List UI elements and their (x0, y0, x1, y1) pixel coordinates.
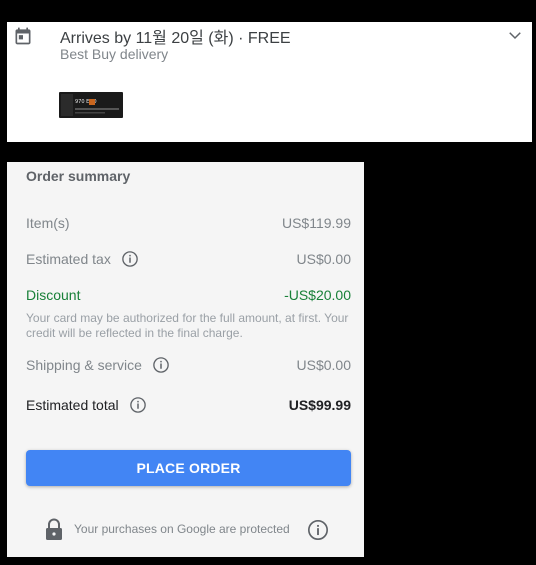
shipping-value: US$0.00 (296, 357, 351, 373)
delivery-carrier: Best Buy delivery (60, 46, 169, 62)
total-row: Estimated total US$99.99 (26, 394, 351, 416)
info-icon[interactable] (129, 396, 147, 414)
product-image: 970 EVO (59, 92, 123, 118)
info-icon[interactable] (152, 356, 170, 374)
info-icon[interactable] (307, 519, 329, 541)
arrival-date: Arrives by 11월 20일 (화) · FREE (60, 30, 291, 47)
total-value: US$99.99 (288, 397, 351, 413)
order-summary-card: Order summary Item(s) US$119.99 Estimate… (7, 162, 364, 557)
items-label: Item(s) (26, 215, 70, 231)
order-summary-title: Order summary (26, 168, 131, 184)
authorization-note: Your card may be authorized for the full… (26, 311, 349, 340)
chevron-down-icon[interactable] (506, 26, 524, 44)
discount-label: Discount (26, 287, 81, 303)
place-order-button[interactable]: PLACE ORDER (26, 450, 351, 486)
discount-row: Discount -US$20.00 (26, 284, 351, 306)
purchase-protection: Your purchases on Google are protected (44, 518, 329, 540)
tax-label: Estimated tax (26, 251, 111, 267)
tax-row: Estimated tax US$0.00 (26, 248, 351, 270)
info-icon[interactable] (121, 250, 139, 268)
shipping-row: Shipping & service US$0.00 (26, 354, 351, 376)
calendar-icon (15, 27, 31, 45)
tax-value: US$0.00 (296, 251, 351, 267)
shipping-label: Shipping & service (26, 357, 142, 373)
items-row: Item(s) US$119.99 (26, 212, 351, 234)
discount-value: -US$20.00 (284, 287, 351, 303)
total-label: Estimated total (26, 397, 119, 413)
delivery-card: Arrives by 11월 20일 (화) · FREE Best Buy d… (7, 22, 532, 142)
protection-text: Your purchases on Google are protected (74, 522, 290, 536)
lock-icon (46, 518, 62, 540)
items-value: US$119.99 (281, 215, 351, 231)
